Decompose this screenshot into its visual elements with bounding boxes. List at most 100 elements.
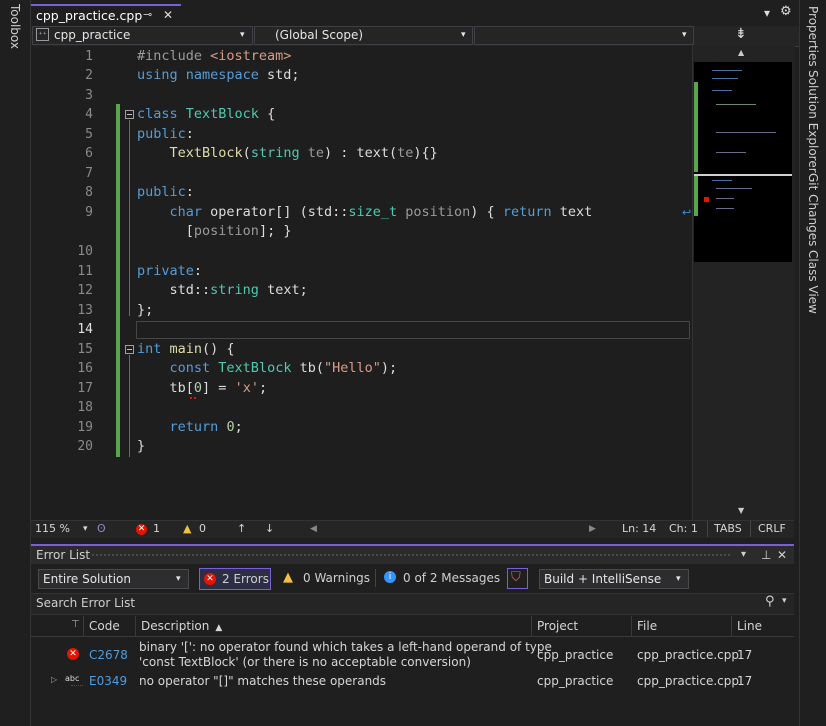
warning-icon: ▲ — [283, 570, 293, 585]
scroll-left-icon[interactable]: ◀ — [310, 521, 317, 537]
pin-icon[interactable]: ⊸ — [143, 8, 152, 21]
zoom-level[interactable]: 115 % — [35, 521, 70, 537]
code-line-16: const TextBlock tb("Hello"); — [169, 360, 398, 376]
project-combo[interactable]: ⁺⁺ cpp_practice ▾ — [32, 26, 253, 45]
line-column-header[interactable]: Line — [731, 616, 794, 636]
search-options-icon[interactable]: ▾ — [782, 596, 787, 606]
member-combo[interactable]: ▾ — [474, 26, 694, 45]
error-project: cpp_practice — [537, 674, 614, 688]
errors-filter-label: 2 Errors — [222, 572, 269, 586]
table-row[interactable]: ▷ abc E0349 no operator "[]" matches the… — [31, 673, 794, 691]
zoom-dropdown-icon[interactable]: ▾ — [83, 521, 88, 537]
word-wrap-glyph-icon: ↩ — [682, 206, 692, 219]
warnings-filter-button[interactable]: 0 Warnings — [303, 571, 370, 585]
search-icon[interactable]: ⚲ — [765, 594, 775, 609]
project-column-header[interactable]: Project — [531, 616, 631, 636]
window-options-icon[interactable]: ▾ — [741, 546, 746, 564]
close-tab-icon[interactable]: ✕ — [163, 8, 173, 22]
scroll-down-icon[interactable]: ▼ — [738, 506, 744, 515]
expand-row-icon[interactable]: ▷ — [51, 675, 57, 684]
document-tab[interactable]: cpp_practice.cpp ⊸ ✕ — [31, 4, 181, 26]
right-tool-rail: Properties Solution Explorer Git Changes… — [799, 0, 826, 726]
error-code-link[interactable]: C2678 — [89, 648, 128, 663]
error-list-header: ⊤ Code Description ▲ Project File Line — [31, 616, 794, 637]
map-code-mark — [712, 78, 738, 79]
map-code-mark — [712, 70, 742, 71]
properties-tab[interactable]: Properties — [806, 6, 820, 67]
description-column-label: Description — [141, 619, 210, 633]
code-line-12: std::string text; — [137, 282, 308, 298]
code-line-20: } — [137, 438, 146, 454]
fold-guide — [129, 120, 130, 316]
line-number: 18 — [77, 400, 93, 415]
code-map-preview[interactable] — [694, 62, 792, 262]
drag-handle[interactable] — [91, 553, 731, 557]
health-icon[interactable]: ʘ — [97, 521, 106, 537]
map-code-mark — [716, 132, 776, 133]
tab-list-dropdown-icon[interactable]: ▾ — [764, 6, 770, 20]
warning-count[interactable]: 0 — [199, 521, 206, 537]
map-code-mark — [716, 104, 756, 105]
map-change-bar — [694, 176, 698, 216]
scope-combo[interactable]: (Global Scope) ▾ — [254, 26, 473, 45]
messages-filter-button[interactable]: 0 of 2 Messages — [403, 571, 500, 585]
file-column-label: File — [637, 619, 658, 633]
close-panel-icon[interactable]: ✕ — [777, 546, 787, 564]
code-column-header[interactable]: Code — [83, 616, 136, 636]
scroll-up-icon[interactable]: ▲ — [738, 48, 744, 57]
column-indicator[interactable]: Ch: 1 — [669, 521, 698, 537]
scope-filter-combo[interactable]: Entire Solution ▾ — [38, 569, 189, 589]
change-tracking-bar — [116, 104, 120, 457]
collapse-main-icon[interactable] — [125, 345, 134, 354]
line-number: 16 — [77, 361, 93, 376]
error-list-title: Error List — [36, 548, 91, 562]
chevron-down-icon: ▾ — [176, 574, 181, 584]
split-window-icon[interactable]: ⇟ — [735, 26, 747, 42]
code-line-2: using namespace std; — [137, 67, 300, 83]
code-line-9-wrap: [position]; } — [137, 223, 292, 239]
error-icon: ✕ — [67, 648, 79, 660]
toolbox-tab[interactable]: Toolbox — [8, 4, 22, 49]
line-indicator[interactable]: Ln: 14 — [622, 521, 656, 537]
code-line-15: int main() { — [137, 341, 235, 357]
project-combo-label: cpp_practice — [54, 28, 131, 42]
scroll-right-icon[interactable]: ▶ — [589, 521, 596, 537]
code-line-19: return 0; — [169, 419, 243, 435]
editor-status-bar: 115 % ▾ ʘ ✕ 1 ▲ 0 ↑ ↓ ◀ ▶ Ln: 14 Ch: 1 T… — [31, 520, 794, 538]
previous-issue-icon[interactable]: ↑ — [237, 521, 246, 537]
chevron-down-icon: ▾ — [676, 574, 681, 584]
git-changes-tab[interactable]: Git Changes — [806, 173, 820, 246]
column-filter-icon[interactable]: ⊤ — [71, 619, 80, 630]
error-description: binary '[': no operator found which take… — [139, 640, 552, 654]
table-row[interactable]: ✕ C2678 binary '[': no operator found wh… — [31, 638, 794, 672]
error-count[interactable]: 1 — [153, 521, 160, 537]
pin-panel-icon[interactable]: ⊥ — [761, 546, 771, 564]
solution-explorer-tab[interactable]: Solution Explorer — [806, 70, 820, 173]
line-number: 2 — [85, 68, 93, 83]
settings-gear-icon[interactable]: ⚙ — [780, 4, 792, 19]
collapse-class-icon[interactable] — [125, 110, 134, 119]
error-code-link[interactable]: E0349 — [89, 674, 127, 689]
build-filter-combo[interactable]: Build + IntelliSense ▾ — [539, 569, 689, 589]
info-icon: i — [384, 571, 396, 583]
chevron-down-icon: ▾ — [240, 30, 245, 40]
divider — [707, 521, 708, 537]
file-column-header[interactable]: File — [631, 616, 731, 636]
code-line-1: #include <iostream> — [137, 48, 292, 64]
warning-count-icon: ▲ — [183, 522, 192, 535]
map-code-mark — [716, 152, 746, 153]
description-column-header[interactable]: Description ▲ — [135, 616, 533, 636]
error-list-search[interactable]: Search Error List ⚲ ▾ — [31, 593, 794, 615]
search-input[interactable]: Search Error List — [36, 596, 135, 610]
code-column-label: Code — [89, 619, 120, 633]
line-ending-indicator[interactable]: CRLF — [758, 521, 786, 537]
map-code-mark — [716, 198, 734, 199]
tabs-indicator[interactable]: TABS — [714, 521, 742, 537]
error-squiggle — [190, 395, 196, 399]
errors-filter-button[interactable]: ✕ 2 Errors — [199, 568, 271, 590]
line-number: 5 — [85, 127, 93, 142]
next-issue-icon[interactable]: ↓ — [265, 521, 274, 537]
class-view-tab[interactable]: Class View — [806, 250, 820, 314]
current-line-highlight — [136, 321, 690, 339]
filter-toggle-button[interactable]: ⛉ — [507, 568, 528, 589]
